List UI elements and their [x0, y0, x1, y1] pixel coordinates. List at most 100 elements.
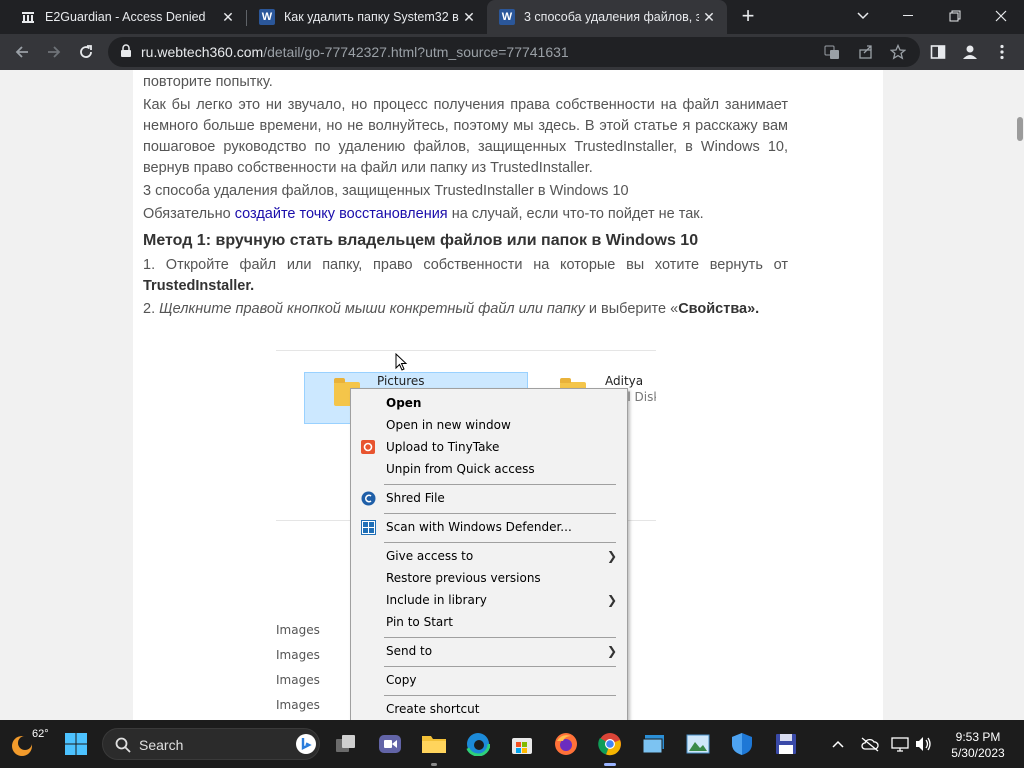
tinytake-icon	[360, 439, 376, 455]
url-path: /detail/go-77742327.html?utm_source=7774…	[263, 44, 569, 60]
menu-label: Unpin from Quick access	[386, 462, 535, 476]
submenu-arrow-icon: ❯	[606, 549, 617, 563]
teams-icon[interactable]	[374, 728, 406, 760]
article-paragraph: Как бы легко это ни звучало, но процесс …	[143, 97, 788, 176]
search-label: Search	[139, 737, 184, 753]
bookmark-star-icon[interactable]	[888, 42, 908, 62]
step-italic: Щелкните правой кнопкой мыши конкретный …	[159, 301, 585, 317]
address-bar[interactable]: ru.webtech360.com/detail/go-77742327.htm…	[108, 37, 920, 67]
clock-date: 5/30/2023	[951, 746, 1005, 760]
menu-separator	[384, 484, 616, 485]
url-text: ru.webtech360.com/detail/go-77742327.htm…	[141, 44, 569, 60]
menu-label: Give access to	[386, 549, 474, 563]
divider	[276, 350, 656, 351]
cloud-icon[interactable]	[860, 734, 880, 754]
row-label: Images	[276, 698, 320, 712]
side-panel-button[interactable]	[924, 38, 952, 66]
shred-icon	[360, 490, 376, 506]
restore-point-link[interactable]: создайте точку восстановления	[235, 206, 448, 222]
file-explorer-icon[interactable]	[418, 728, 450, 766]
step-number: 2.	[143, 301, 160, 317]
menu-item-restore: Restore previous versions	[351, 567, 627, 589]
menu-item-defender: Scan with Windows Defender...	[351, 516, 627, 538]
menu-separator	[384, 542, 616, 543]
minimize-button[interactable]	[886, 0, 932, 32]
menu-item-tinytake: Upload to TinyTake	[351, 436, 627, 458]
step-bold: Свойства».	[678, 301, 760, 317]
menu-label: Copy	[386, 673, 417, 687]
paragraph-text: Обязательно	[143, 206, 235, 222]
article-paragraph: Обязательно создайте точку восстановлени…	[143, 204, 788, 225]
url-host: ru.webtech360.com	[141, 44, 264, 60]
row-label: Images	[276, 623, 320, 637]
row-label: Images	[276, 673, 320, 687]
tab-title: E2Guardian - Access Denied	[45, 10, 206, 24]
step-text: и выберите «	[584, 301, 679, 317]
clock-time: 9:53 PM	[955, 730, 1001, 744]
close-tab-icon[interactable]: ✕	[459, 7, 479, 27]
network-icon[interactable]	[890, 734, 910, 754]
taskbar-search[interactable]: Search	[102, 728, 320, 760]
page-scrollbar-thumb[interactable]	[1017, 117, 1023, 141]
step-1: 1. Откройте файл или папку, право собств…	[143, 255, 788, 297]
share-icon[interactable]	[856, 42, 876, 62]
profile-avatar[interactable]	[956, 38, 984, 66]
reload-button[interactable]	[72, 38, 100, 66]
menu-kebab-icon[interactable]	[988, 38, 1016, 66]
edge-icon[interactable]	[462, 728, 494, 760]
menu-label: Open in new window	[386, 418, 511, 432]
menu-separator	[384, 695, 616, 696]
shield-bars-icon	[20, 9, 36, 25]
tab-strip: E2Guardian - Access Denied ✕ W Как удали…	[0, 0, 1024, 34]
article-paragraph: повторите попытку.	[143, 74, 273, 90]
tab-active-article[interactable]: W 3 способа удаления файлов, за ✕	[487, 0, 727, 34]
app-window-icon[interactable]	[638, 728, 670, 760]
save-disk-icon[interactable]	[770, 728, 802, 760]
menu-item-include-library: Include in library ❯	[351, 589, 627, 611]
image-viewer-icon[interactable]	[682, 728, 714, 760]
w-icon: W	[499, 9, 515, 25]
translate-icon[interactable]	[822, 42, 842, 62]
menu-label: Include in library	[386, 593, 487, 607]
menu-label: Send to	[386, 644, 433, 658]
lock-icon[interactable]	[120, 44, 132, 63]
menu-item-give-access: Give access to ❯	[351, 545, 627, 567]
store-icon[interactable]	[506, 728, 538, 760]
menu-item-pin-start: Pin to Start	[351, 611, 627, 633]
menu-item-open: Open	[351, 392, 627, 414]
close-tab-icon[interactable]: ✕	[699, 7, 719, 27]
new-tab-button[interactable]: +	[736, 5, 760, 29]
method-heading: Метод 1: вручную стать владельцем файлов…	[143, 232, 699, 249]
defender-shield-icon[interactable]	[726, 728, 758, 760]
close-tab-icon[interactable]: ✕	[218, 7, 238, 27]
menu-label: Open	[386, 396, 422, 410]
menu-separator	[384, 637, 616, 638]
search-icon	[115, 737, 131, 753]
submenu-arrow-icon: ❯	[606, 593, 617, 607]
tab-search-button[interactable]	[840, 0, 886, 32]
back-button[interactable]	[8, 38, 36, 66]
row-label: Images	[276, 648, 320, 662]
mouse-cursor-icon	[395, 353, 408, 371]
context-menu: Open Open in new window Upload to TinyTa…	[350, 388, 628, 720]
chrome-icon[interactable]	[594, 728, 626, 766]
browser-toolbar: ru.webtech360.com/detail/go-77742327.htm…	[0, 34, 1024, 70]
volume-icon[interactable]	[914, 734, 934, 754]
task-view-icon[interactable]	[330, 728, 362, 760]
article-body: повторите попытку. Как бы легко это ни з…	[143, 70, 788, 320]
start-button[interactable]	[60, 728, 92, 760]
restore-button[interactable]	[932, 0, 978, 32]
menu-item-unpin: Unpin from Quick access	[351, 458, 627, 480]
tab-system32[interactable]: W Как удалить папку System32 в W ✕	[239, 0, 487, 34]
tab-e2guardian[interactable]: E2Guardian - Access Denied ✕	[0, 0, 246, 34]
close-window-button[interactable]	[978, 0, 1024, 32]
firefox-icon[interactable]	[550, 728, 582, 760]
folder-name: Pictures	[377, 374, 425, 388]
tray-overflow-icon[interactable]	[828, 734, 848, 754]
paragraph-text: на случай, если что-то пойдет не так.	[447, 206, 704, 222]
tab-title: Как удалить папку System32 в W	[284, 10, 459, 24]
menu-separator	[384, 513, 616, 514]
forward-button[interactable]	[40, 38, 68, 66]
system-clock[interactable]: 9:53 PM 5/30/2023	[940, 729, 1016, 761]
weather-widget[interactable]: 62°	[10, 728, 49, 760]
